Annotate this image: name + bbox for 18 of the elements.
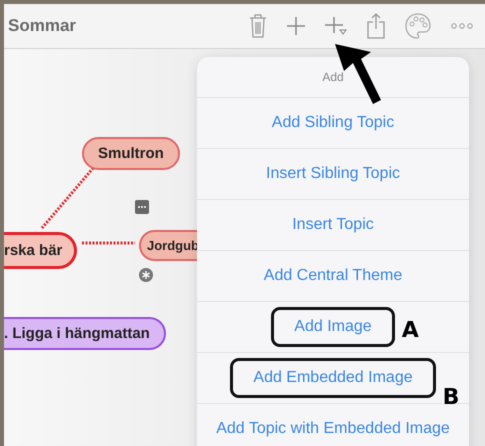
trash-icon[interactable] <box>249 14 267 38</box>
menu-item[interactable]: Add Embedded Image B <box>197 352 469 403</box>
callout-letter: A <box>402 318 419 343</box>
palette-icon[interactable] <box>405 13 431 39</box>
add-subtopic-icon[interactable] <box>325 16 347 36</box>
connector-line <box>82 242 135 244</box>
menu-item[interactable]: Add Image A <box>197 301 469 352</box>
asterisk-icon[interactable] <box>139 268 153 282</box>
notes-icon[interactable] <box>135 200 149 214</box>
topic-node[interactable]: Jordgub <box>139 230 199 261</box>
menu-title: Add <box>322 70 344 84</box>
more-icon[interactable] <box>451 23 473 29</box>
share-icon[interactable] <box>367 13 385 39</box>
topic-node[interactable]: . Ligga i hängmattan <box>4 317 166 350</box>
topic-node[interactable]: Smultron <box>82 137 180 170</box>
topic-node[interactable]: rska bär <box>4 232 78 269</box>
document-title: Sommar <box>8 16 76 36</box>
plus-icon[interactable] <box>287 17 305 35</box>
